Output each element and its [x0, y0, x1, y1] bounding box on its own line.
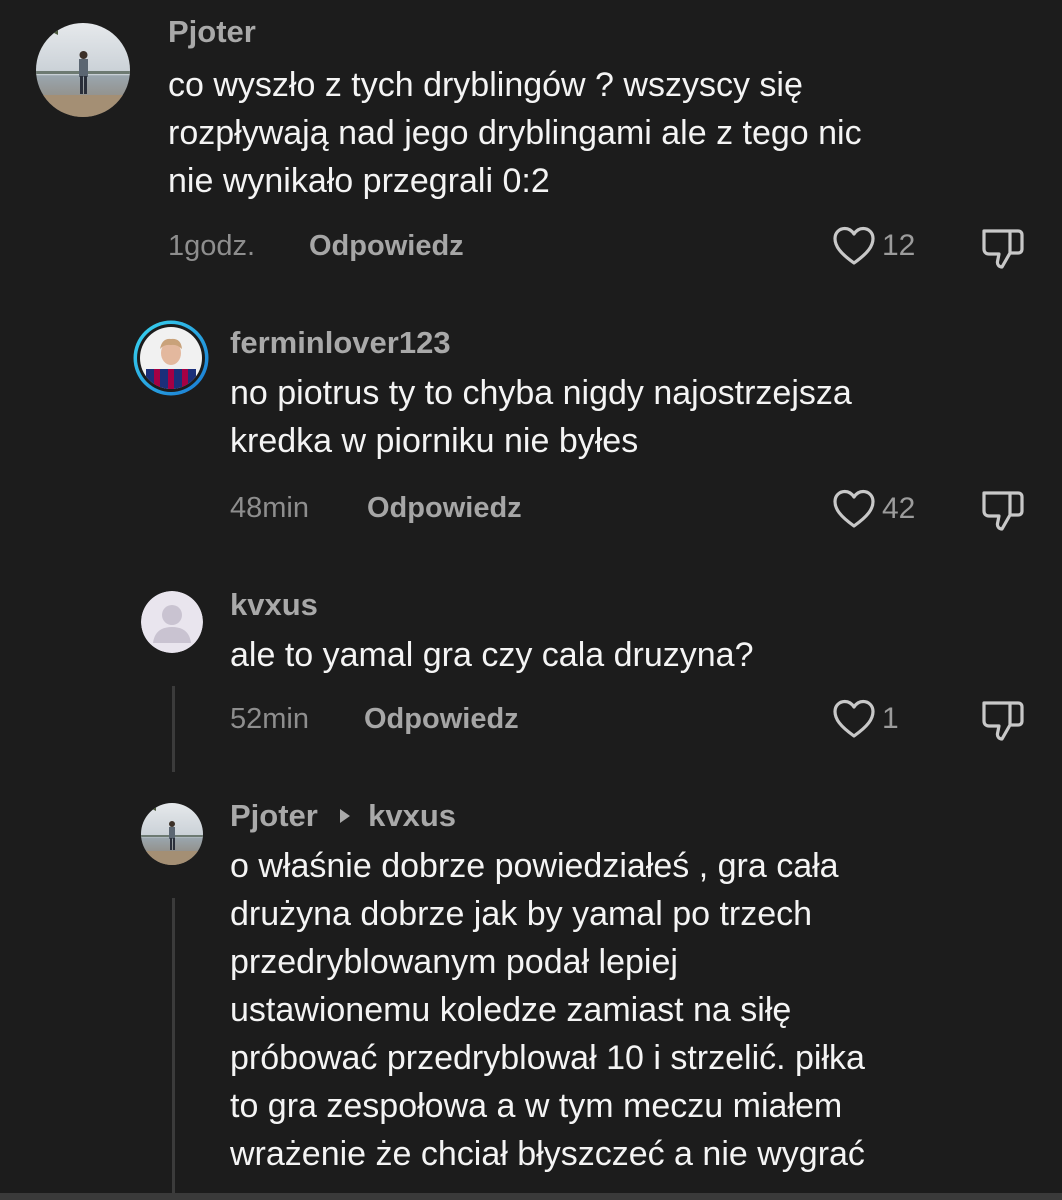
thumbs-down-outline-icon — [982, 229, 1024, 269]
like-button[interactable]: 12 — [832, 225, 915, 267]
comment-text-line: wrażenie że chciał błyszczeć a nie wygra… — [230, 1135, 865, 1173]
comment-username[interactable]: ferminlover123 — [230, 325, 451, 361]
comment-text-line: ale to yamal gra czy cala druzyna? — [230, 636, 754, 674]
comment-text-line: próbować przedryblował 10 i strzelić. pi… — [230, 1039, 865, 1077]
avatar-story-ring — [133, 320, 209, 396]
avatar-pjoter[interactable] — [36, 23, 130, 117]
thumbs-down-outline-icon — [982, 491, 1024, 531]
comment-text: o właśnie dobrze powiedziałeś , gra cała… — [230, 842, 865, 1178]
comment-timestamp: 1godz. — [168, 230, 256, 262]
comment-timestamp: 48min — [230, 492, 309, 524]
comment-pjoter: Pjoter co wyszło z tych dryblingów ? wsz… — [0, 0, 1062, 280]
avatar-pjoter[interactable] — [141, 803, 203, 865]
comment-text: co wyszło z tych dryblingów ? wszyscy si… — [168, 61, 862, 205]
avatar-ferminlover123[interactable] — [132, 319, 210, 397]
comment-text-line: o właśnie dobrze powiedziałeś , gra cała — [230, 847, 839, 885]
like-button[interactable]: 42 — [832, 488, 915, 530]
comment-text-line: przedryblowanym podał lepiej — [230, 943, 678, 981]
like-count: 42 — [882, 492, 916, 525]
comment-text-line: ustawionemu koledze zamiast na siłę — [230, 991, 792, 1029]
comment-text-line: kredka w piorniku nie byłes — [230, 422, 639, 460]
thumbs-down-outline-icon — [982, 701, 1024, 741]
default-avatar-icon — [141, 591, 203, 653]
comment-username[interactable]: kvxus — [230, 587, 318, 623]
comment-text: no piotrus ty to chyba nigdy najostrzejs… — [230, 369, 852, 465]
heart-outline-icon — [833, 489, 875, 528]
reply-button[interactable]: Odpowiedz — [364, 703, 519, 736]
comment-kvxus: kvxus ale to yamal gra czy cala druzyna?… — [0, 575, 1062, 775]
dislike-button[interactable] — [980, 697, 1026, 748]
avatar-lake-photo — [141, 803, 203, 865]
comment-text-line: co wyszło z tych dryblingów ? wszyscy si… — [168, 66, 803, 104]
caret-right-icon — [340, 808, 351, 823]
like-button[interactable]: 1 — [832, 698, 899, 740]
comment-author[interactable]: Pjoter — [230, 798, 318, 833]
comment-text: ale to yamal gra czy cala druzyna? — [230, 631, 753, 679]
comment-username: Pjoter kvxus — [230, 798, 456, 834]
comment-text-line: nie wynikało przegrali 0:2 — [168, 162, 550, 200]
bottom-divider — [0, 1193, 1062, 1200]
comment-text-line: to gra zespołowa a w tym meczu miałem — [230, 1087, 843, 1125]
comment-timestamp: 52min — [230, 703, 309, 735]
comment-text-line: no piotrus ty to chyba nigdy najostrzejs… — [230, 374, 852, 412]
reply-to-user[interactable]: kvxus — [368, 798, 456, 833]
reply-button[interactable]: Odpowiedz — [367, 492, 522, 525]
reply-button[interactable]: Odpowiedz — [309, 230, 464, 263]
comment-username[interactable]: Pjoter — [168, 14, 256, 50]
dislike-button[interactable] — [980, 225, 1026, 276]
avatar-kvxus[interactable] — [141, 591, 203, 653]
comment-text-line: drużyna dobrze jak by yamal po trzech — [230, 895, 813, 933]
avatar-lake-photo — [36, 23, 130, 117]
dislike-button[interactable] — [980, 487, 1026, 538]
like-count: 1 — [882, 702, 899, 735]
heart-outline-icon — [833, 699, 875, 738]
comment-pjoter-reply: Pjoter kvxus o właśnie dobrze powiedział… — [0, 790, 1062, 1200]
comment-ferminlover123: ferminlover123 no piotrus ty to chyba ni… — [0, 300, 1062, 560]
like-count: 12 — [882, 229, 916, 262]
comment-text-line: rozpływają nad jego dryblingami ale z te… — [168, 114, 862, 152]
heart-outline-icon — [833, 226, 875, 265]
